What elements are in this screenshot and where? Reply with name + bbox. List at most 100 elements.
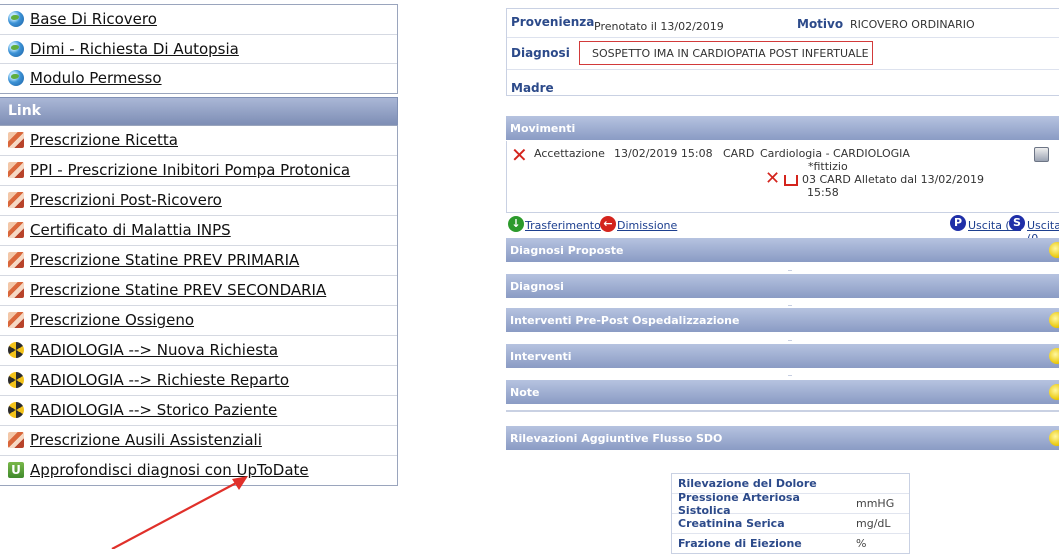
section-diagnosi[interactable]: Diagnosi [506,274,1059,298]
divider [788,270,792,271]
section-interventi-pre-post[interactable]: Interventi Pre-Post Ospedalizzazione [506,308,1059,332]
link-item-statine-primaria[interactable]: Prescrizione Statine PREV PRIMARIA [0,246,397,276]
link-item-certificato-malattia[interactable]: Certificato di Malattia INPS [0,216,397,246]
uscita-s-icon[interactable]: S [1009,215,1025,231]
section-interventi[interactable]: Interventi [506,344,1059,368]
globe-icon [8,70,24,87]
divider [788,340,792,341]
link-item-label: Certificato di Malattia INPS [30,221,231,239]
accettazione-label: Accettazione [534,147,605,160]
divider [507,69,1059,70]
link-item-label: Prescrizione Statine PREV PRIMARIA [30,251,300,269]
section-title: Diagnosi [510,279,564,293]
link-section-header: Link [0,96,398,125]
diagnosi-field: SOSPETTO IMA IN CARDIOPATIA POST INFERTU… [579,41,873,65]
top-menu: Base Di Ricovero Dimi - Richiesta Di Aut… [0,4,398,94]
motivo-value: RICOVERO ORDINARIO [850,18,975,31]
link-item-label: Prescrizione Ricetta [30,131,178,149]
menu-item-label: Dimi - Richiesta Di Autopsia [30,39,239,58]
table-row: Creatinina Serica mg/dL [672,514,909,534]
menu-item-label: Base Di Ricovero [30,10,157,29]
menu-item-base-di-ricovero[interactable]: Base Di Ricovero [0,5,397,35]
table-row: Frazione di Eiezione % [672,534,909,553]
bed-icon [784,175,798,186]
alletato-time: 15:58 [807,186,839,199]
accettazione-date: 13/02/2019 15:08 [614,147,713,160]
section-title: Rilevazioni Aggiuntive Flusso SDO [510,431,723,445]
delete-icon[interactable]: ✕ [511,145,528,165]
link-item-label: RADIOLOGIA --> Richieste Reparto [30,371,290,389]
row-label: Rilevazione del Dolore [678,477,817,490]
prescription-icon [8,432,24,448]
discharge-icon[interactable]: ← [600,216,616,232]
link-item-statine-secondaria[interactable]: Prescrizione Statine PREV SECONDARIA [0,276,397,306]
divider [788,375,792,376]
table-row: Pressione Arteriosa Sistolica mmHG [672,490,909,517]
section-title: Note [510,385,540,399]
menu-item-modulo-permesso[interactable]: Modulo Permesso [0,64,397,93]
link-item-label: RADIOLOGIA --> Nuova Richiesta [30,341,279,359]
link-item-ppi[interactable]: PPI - Prescrizione Inibitori Pompa Proto… [0,156,397,186]
link-item-label: Prescrizione Statine PREV SECONDARIA [30,281,327,299]
link-menu: Prescrizione Ricetta PPI - Prescrizione … [0,124,398,486]
diagnosi-value: SOSPETTO IMA IN CARDIOPATIA POST INFERTU… [592,46,869,60]
trasferimento-link[interactable]: Trasferimento [525,219,601,232]
section-diagnosi-proposte[interactable]: Diagnosi Proposte [506,238,1059,262]
link-item-ossigeno[interactable]: Prescrizione Ossigeno [0,306,397,336]
uscita-p-icon[interactable]: P [950,215,966,231]
row-label: Pressione Arteriosa Sistolica [678,490,800,517]
provenienza-label: Provenienza [511,15,595,29]
link-item-radiologia-reparto[interactable]: RADIOLOGIA --> Richieste Reparto [0,366,397,396]
link-item-ausili[interactable]: Prescrizione Ausili Assistenziali [0,426,397,456]
link-item-label: Prescrizioni Post-Ricovero [30,191,222,209]
prescription-icon [8,222,24,238]
expand-icon[interactable] [1049,348,1059,364]
link-item-radiologia-storico[interactable]: RADIOLOGIA --> Storico Paziente [0,396,397,426]
section-title: Diagnosi Proposte [510,243,624,257]
section-title: Interventi Pre-Post Ospedalizzazione [510,313,740,327]
expand-icon[interactable] [1049,384,1059,400]
rilevazioni-table: Rilevazione del Dolore Pressione Arterio… [671,473,910,554]
prescription-icon [8,282,24,298]
menu-item-label: Modulo Permesso [30,69,162,88]
link-item-label: RADIOLOGIA --> Storico Paziente [30,401,278,419]
prescription-icon [8,162,24,178]
section-rilevazioni-aggiuntive[interactable]: Rilevazioni Aggiuntive Flusso SDO [506,426,1059,450]
movimenti-box: ✕ Accettazione 13/02/2019 15:08 CARD Car… [506,141,1059,213]
prescription-icon [8,192,24,208]
divider [507,37,1059,38]
dimissione-link[interactable]: Dimissione [617,219,677,232]
globe-icon [8,11,24,28]
prescription-icon [8,312,24,328]
link-item-prescrizione-ricetta[interactable]: Prescrizione Ricetta [0,126,397,156]
link-item-radiologia-nuova[interactable]: RADIOLOGIA --> Nuova Richiesta [0,336,397,366]
printer-icon[interactable] [1034,147,1049,162]
link-item-uptodate[interactable]: U Approfondisci diagnosi con UpToDate [0,456,397,485]
madre-label: Madre [511,81,554,95]
diagnosi-label: Diagnosi [511,46,570,60]
expand-icon[interactable] [1049,312,1059,328]
menu-item-dimi-autopsia[interactable]: Dimi - Richiesta Di Autopsia [0,35,397,64]
expand-icon[interactable] [1049,242,1059,258]
link-item-label: Prescrizione Ossigeno [30,311,195,329]
link-item-label: PPI - Prescrizione Inibitori Pompa Proto… [30,161,351,179]
reparto-code: CARD [723,147,755,160]
row-unit: % [856,537,867,550]
transfer-icon[interactable]: ↓ [508,216,524,232]
globe-icon [8,40,24,57]
link-item-prescrizioni-post-ricovero[interactable]: Prescrizioni Post-Ricovero [0,186,397,216]
delete-bed-icon[interactable]: ✕ [765,170,780,188]
divider [788,305,792,306]
patient-info-box: Provenienza Prenotato il 13/02/2019 Moti… [506,8,1059,96]
expand-icon[interactable] [1049,430,1059,446]
radiation-icon [8,372,24,388]
provenienza-value: Prenotato il 13/02/2019 [594,20,724,33]
row-label: Creatinina Serica [678,517,785,530]
divider [506,410,1059,412]
uptodate-icon: U [8,462,24,478]
link-item-label: Approfondisci diagnosi con UpToDate [30,461,309,479]
fittizio-label: *fittizio [808,160,848,173]
section-note[interactable]: Note [506,380,1059,404]
row-unit: mmHG [856,497,895,510]
row-label: Frazione di Eiezione [678,537,802,550]
